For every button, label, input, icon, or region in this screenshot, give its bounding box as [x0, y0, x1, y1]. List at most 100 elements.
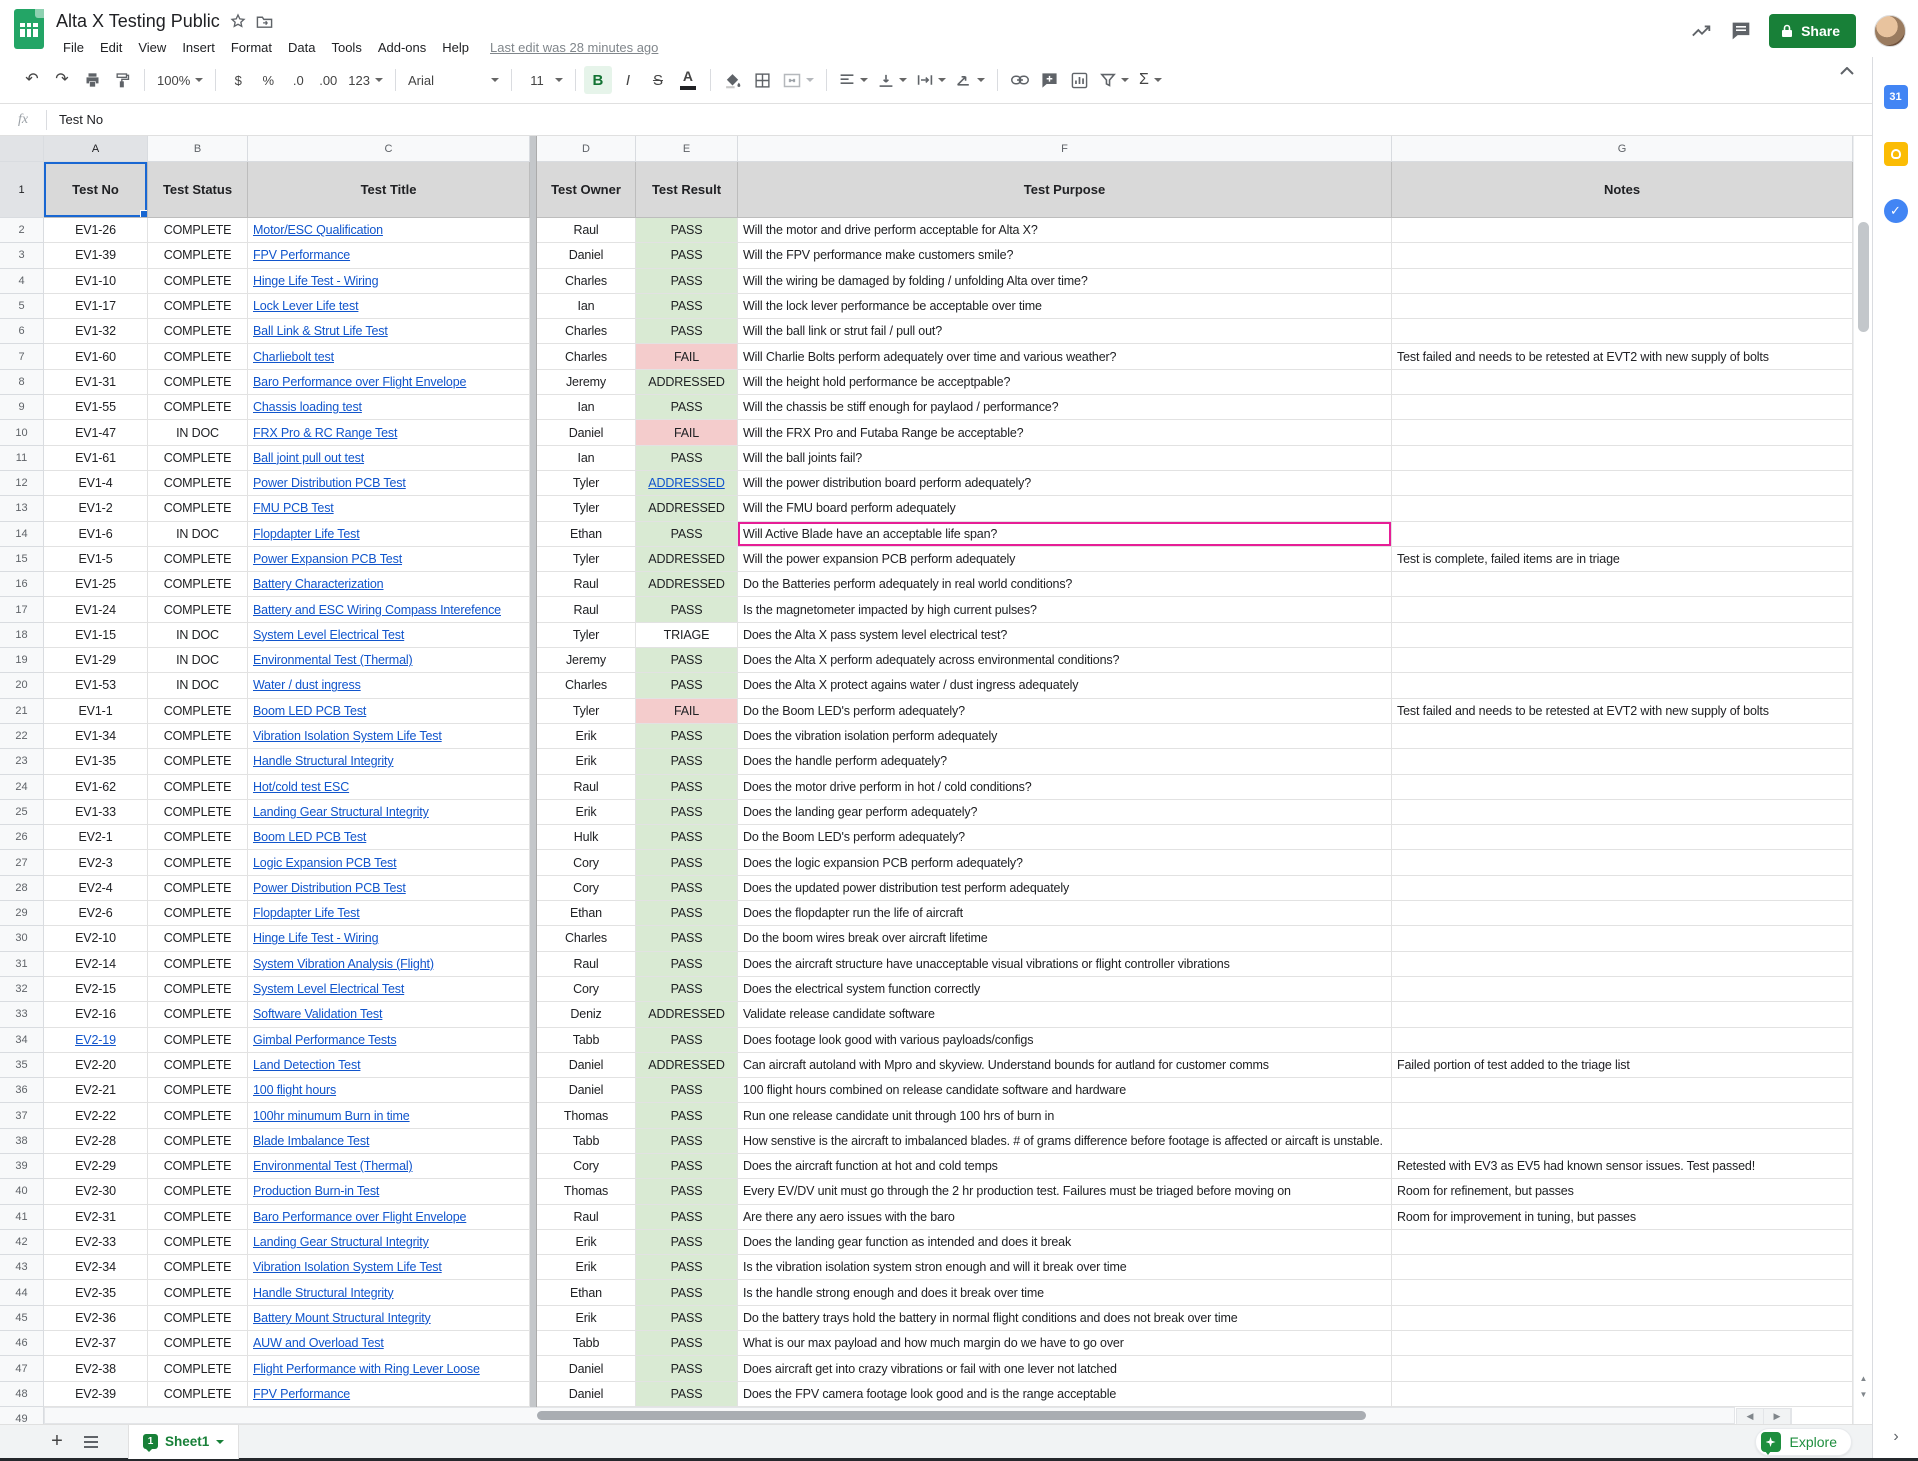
cell-F23[interactable]: Does the handle perform adequately? [738, 749, 1392, 774]
frozen-pane-divider[interactable] [530, 1129, 537, 1154]
cell-D29[interactable]: Ethan [537, 901, 636, 926]
cell-D39[interactable]: Cory [537, 1154, 636, 1179]
cell-A46[interactable]: EV2-37 [44, 1331, 148, 1356]
frozen-pane-divider[interactable] [530, 420, 537, 445]
cell-B4[interactable]: COMPLETE [148, 269, 248, 294]
frozen-pane-divider[interactable] [530, 344, 537, 369]
scroll-down-icon[interactable]: ▼ [1854, 1386, 1873, 1402]
cell-A24[interactable]: EV1-62 [44, 775, 148, 800]
cell-C9[interactable]: Chassis loading test [248, 395, 530, 420]
cell-G14[interactable] [1392, 522, 1853, 547]
frozen-pane-divider[interactable] [530, 1306, 537, 1331]
cell-F46[interactable]: What is our max payload and how much mar… [738, 1331, 1392, 1356]
cell-G46[interactable] [1392, 1331, 1853, 1356]
horizontal-align-select[interactable] [835, 66, 872, 94]
select-all-corner[interactable] [0, 136, 44, 162]
cell-A14[interactable]: EV1-6 [44, 522, 148, 547]
cell-E21[interactable]: FAIL [636, 699, 738, 724]
cell-B42[interactable]: COMPLETE [148, 1230, 248, 1255]
row-header-49[interactable]: 49 [0, 1407, 44, 1424]
cell-G40[interactable]: Room for refinement, but passes [1392, 1179, 1853, 1204]
column-header-G[interactable]: G [1392, 136, 1853, 162]
cell-B17[interactable]: COMPLETE [148, 597, 248, 622]
frozen-pane-divider[interactable] [530, 1028, 537, 1053]
cell-A6[interactable]: EV1-32 [44, 319, 148, 344]
cell-D5[interactable]: Ian [537, 294, 636, 319]
cell-F8[interactable]: Will the height hold performance be acce… [738, 370, 1392, 395]
cell-F38[interactable]: How senstive is the aircraft to imbalanc… [738, 1129, 1392, 1154]
row-header-29[interactable]: 29 [0, 901, 44, 926]
cell-A38[interactable]: EV2-28 [44, 1129, 148, 1154]
star-icon[interactable] [230, 13, 246, 29]
cell-C34[interactable]: Gimbal Performance Tests [248, 1028, 530, 1053]
frozen-pane-divider[interactable] [530, 547, 537, 572]
cell-E47[interactable]: PASS [636, 1356, 738, 1381]
cell-B22[interactable]: COMPLETE [148, 724, 248, 749]
cell-A43[interactable]: EV2-34 [44, 1255, 148, 1280]
menu-data[interactable]: Data [281, 38, 322, 57]
column-header-C[interactable]: C [248, 136, 530, 162]
frozen-pane-divider[interactable] [530, 648, 537, 673]
frozen-pane-divider[interactable] [530, 136, 537, 162]
zoom-select[interactable]: 100% [153, 66, 207, 94]
cell-E46[interactable]: PASS [636, 1331, 738, 1356]
strikethrough-button[interactable]: S [644, 66, 672, 94]
cell-D24[interactable]: Raul [537, 775, 636, 800]
cell-E44[interactable]: PASS [636, 1280, 738, 1305]
frozen-pane-divider[interactable] [530, 1154, 537, 1179]
vertical-scrollbar-thumb[interactable] [1858, 222, 1869, 332]
cell-D1[interactable]: Test Owner [537, 162, 636, 218]
row-header-5[interactable]: 5 [0, 294, 44, 319]
cell-C11[interactable]: Ball joint pull out test [248, 446, 530, 471]
cell-E9[interactable]: PASS [636, 395, 738, 420]
frozen-pane-divider[interactable] [530, 1280, 537, 1305]
functions-select[interactable]: Σ [1135, 66, 1166, 94]
text-rotation-select[interactable] [952, 66, 989, 94]
cell-A9[interactable]: EV1-55 [44, 395, 148, 420]
cell-E12[interactable]: ADDRESSED [636, 471, 738, 496]
cell-B18[interactable]: IN DOC [148, 623, 248, 648]
cell-B46[interactable]: COMPLETE [148, 1331, 248, 1356]
cell-F9[interactable]: Will the chassis be stiff enough for pay… [738, 395, 1392, 420]
cell-D7[interactable]: Charles [537, 344, 636, 369]
cell-C44[interactable]: Handle Structural Integrity [248, 1280, 530, 1305]
menu-help[interactable]: Help [435, 38, 476, 57]
cell-B44[interactable]: COMPLETE [148, 1280, 248, 1305]
frozen-pane-divider[interactable] [530, 1382, 537, 1407]
calendar-icon[interactable]: 31 [1884, 85, 1908, 109]
column-header-B[interactable]: B [148, 136, 248, 162]
cell-A15[interactable]: EV1-5 [44, 547, 148, 572]
cell-D28[interactable]: Cory [537, 876, 636, 901]
cell-E6[interactable]: PASS [636, 319, 738, 344]
cell-F18[interactable]: Does the Alta X pass system level electr… [738, 623, 1392, 648]
cell-C48[interactable]: FPV Performance [248, 1382, 530, 1407]
cell-F30[interactable]: Do the boom wires break over aircraft li… [738, 926, 1392, 951]
row-header-7[interactable]: 7 [0, 344, 44, 369]
row-header-36[interactable]: 36 [0, 1078, 44, 1103]
cell-C15[interactable]: Power Expansion PCB Test [248, 547, 530, 572]
cell-A32[interactable]: EV2-15 [44, 977, 148, 1002]
cell-E7[interactable]: FAIL [636, 344, 738, 369]
frozen-pane-divider[interactable] [530, 319, 537, 344]
vertical-align-select[interactable] [874, 66, 911, 94]
row-header-41[interactable]: 41 [0, 1205, 44, 1230]
cell-C21[interactable]: Boom LED PCB Test [248, 699, 530, 724]
row-header-14[interactable]: 14 [0, 522, 44, 547]
cell-G18[interactable] [1392, 623, 1853, 648]
cell-A18[interactable]: EV1-15 [44, 623, 148, 648]
frozen-pane-divider[interactable] [530, 749, 537, 774]
cell-A16[interactable]: EV1-25 [44, 572, 148, 597]
cell-G34[interactable] [1392, 1028, 1853, 1053]
insert-chart-button[interactable] [1066, 66, 1094, 94]
row-header-45[interactable]: 45 [0, 1306, 44, 1331]
cell-B6[interactable]: COMPLETE [148, 319, 248, 344]
cell-G37[interactable] [1392, 1103, 1853, 1128]
cell-D42[interactable]: Erik [537, 1230, 636, 1255]
row-header-43[interactable]: 43 [0, 1255, 44, 1280]
cell-B23[interactable]: COMPLETE [148, 749, 248, 774]
cell-F21[interactable]: Do the Boom LED's perform adequately? [738, 699, 1392, 724]
cell-E41[interactable]: PASS [636, 1205, 738, 1230]
cell-C35[interactable]: Land Detection Test [248, 1053, 530, 1078]
cell-G4[interactable] [1392, 269, 1853, 294]
text-color-button[interactable]: A [674, 66, 702, 94]
